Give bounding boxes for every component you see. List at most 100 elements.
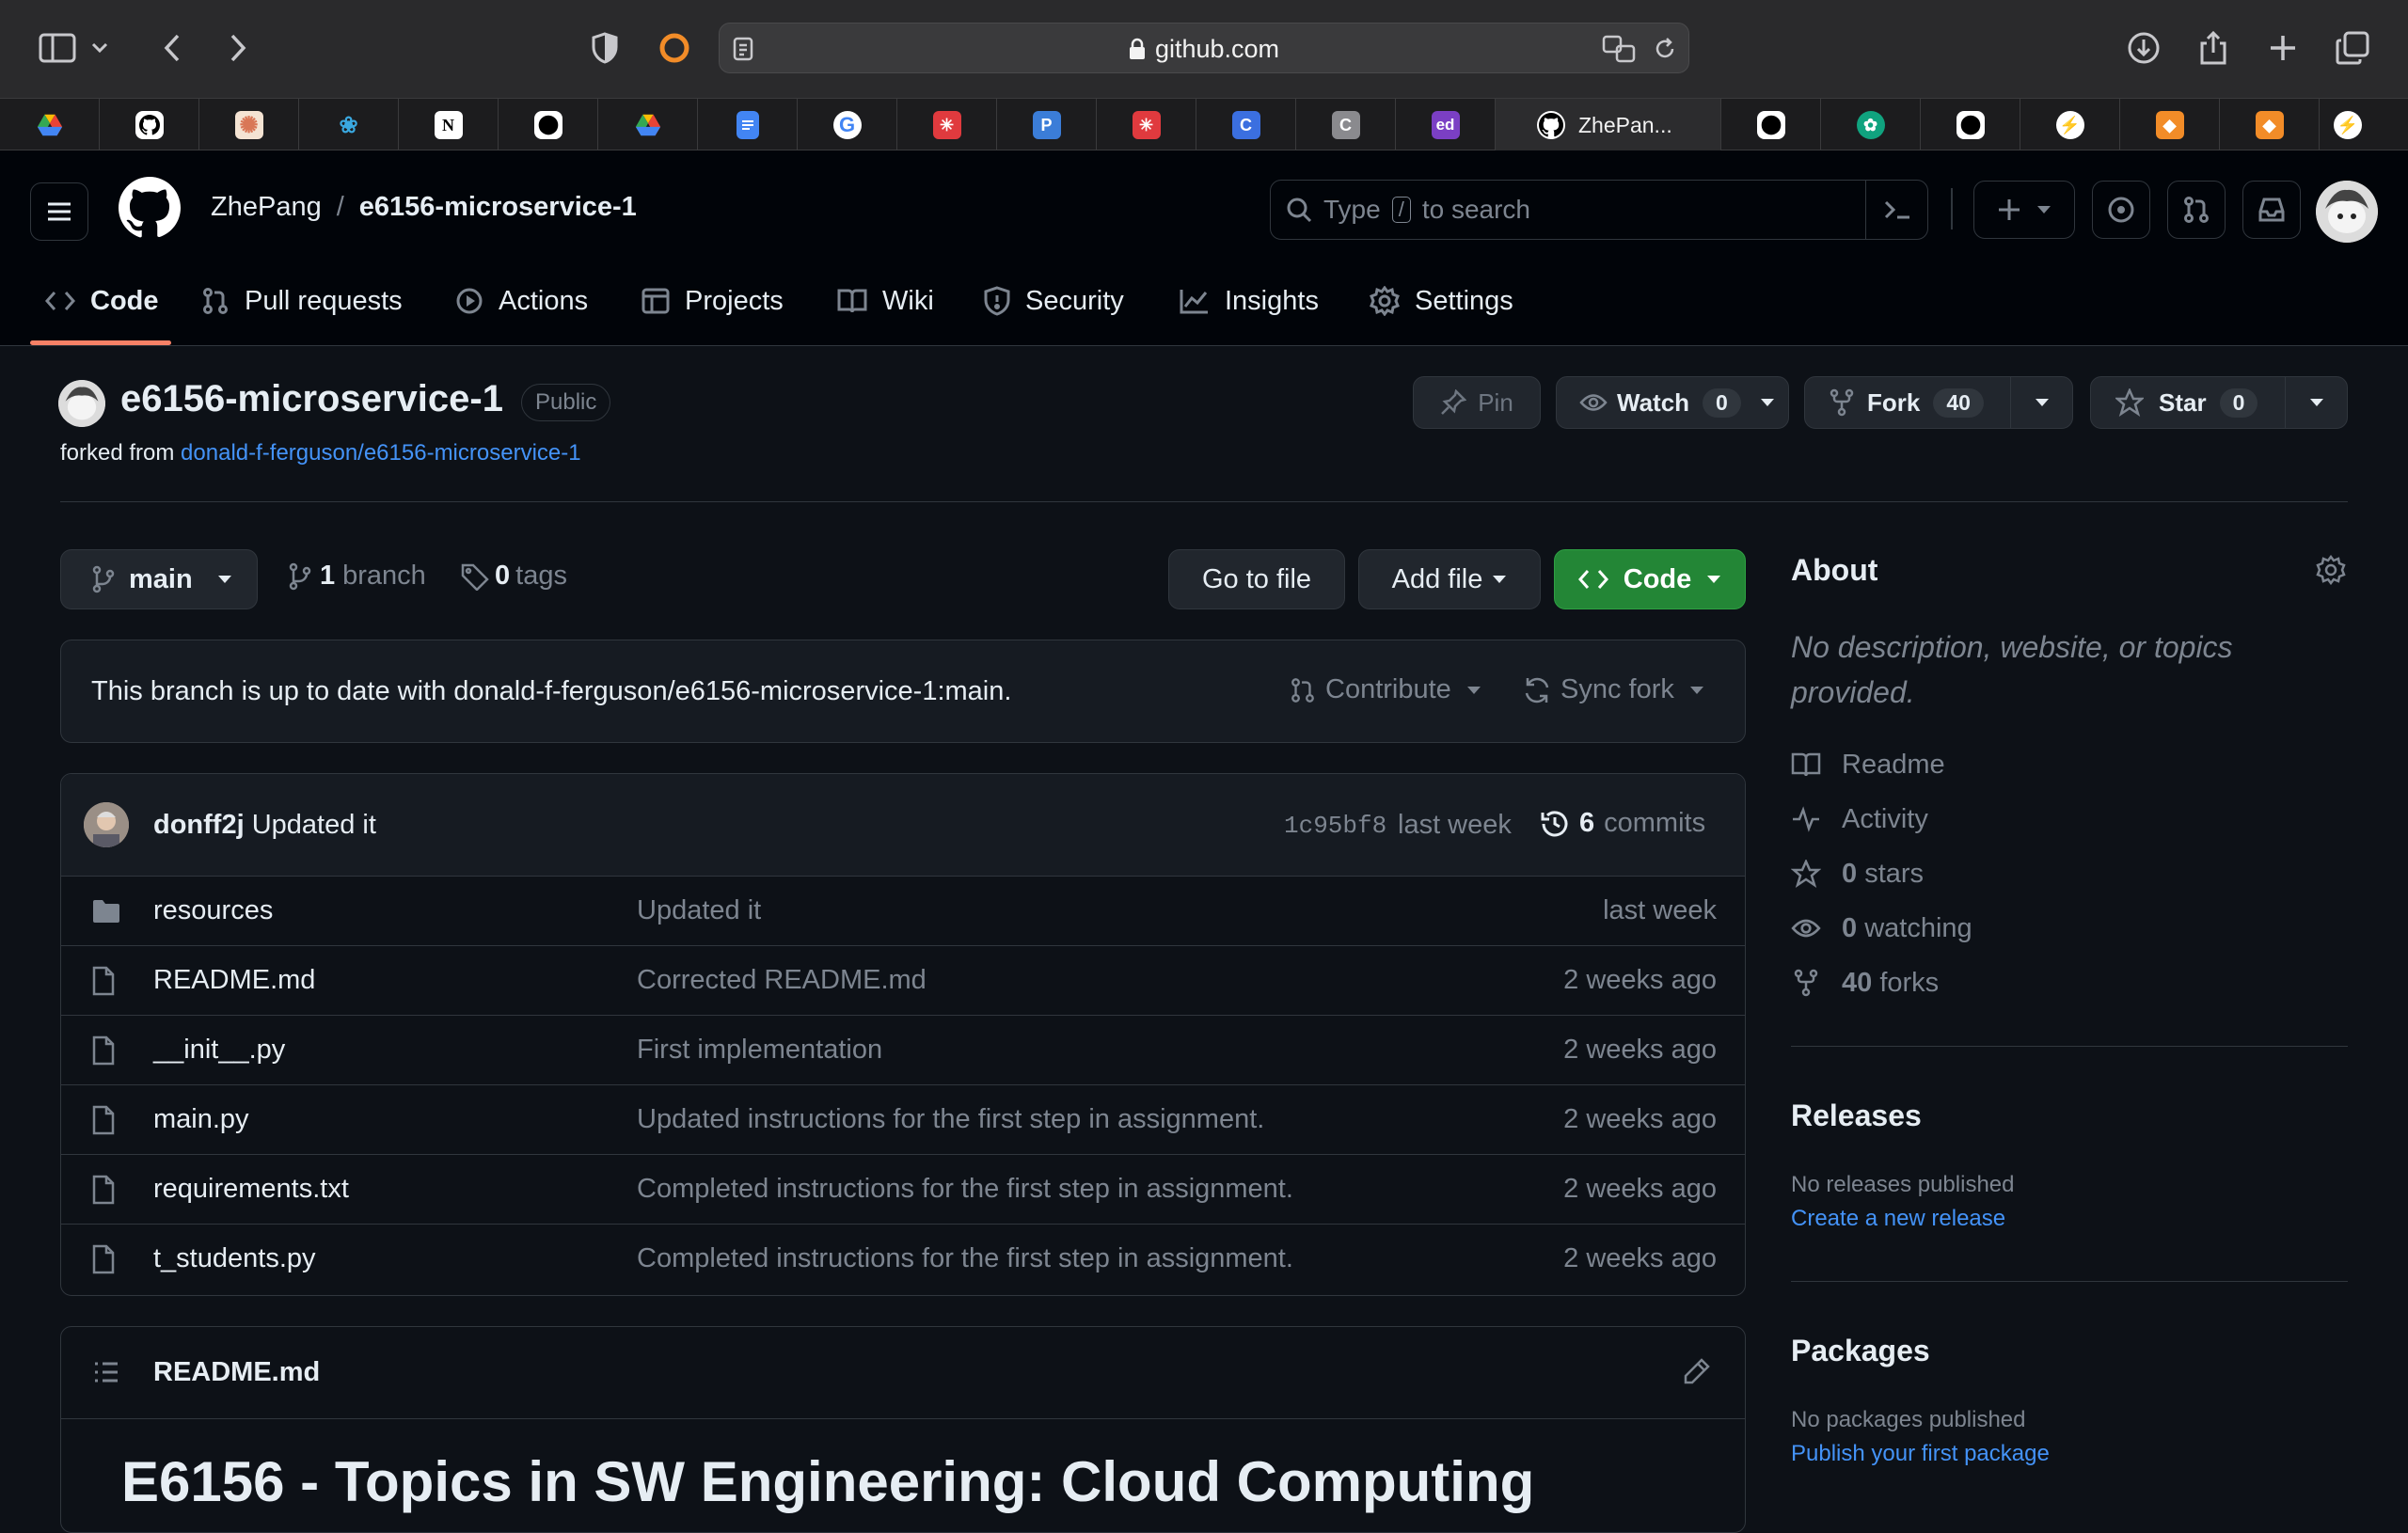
chevron-down-icon[interactable] [81,23,119,73]
tab-notion[interactable]: N [399,99,499,151]
tab-google[interactable]: G [798,99,897,151]
sidebar-toggle-icon[interactable] [32,23,83,73]
tab-red-2[interactable]: ✳ [1097,99,1196,151]
repo-link[interactable]: e6156-microservice-1 [359,192,637,223]
tab-settings[interactable]: Settings [1370,273,1513,329]
caret-down-icon[interactable] [2035,398,2050,407]
file-name[interactable]: __init__.py [153,1035,285,1066]
tab-fan[interactable]: ❀ [299,99,399,151]
tab-insights[interactable]: Insights [1180,273,1319,329]
file-commit-message[interactable]: Updated it [637,895,761,926]
releases-title[interactable]: Releases [1791,1098,1922,1133]
file-name[interactable]: resources [153,895,273,926]
tab-p[interactable]: P [997,99,1097,151]
commit-message[interactable]: Updated it [252,810,376,840]
pencil-icon[interactable] [1683,1357,1711,1385]
tab-claude[interactable]: ✺ [199,99,299,151]
tab-bolt-1[interactable]: ⚡ [2020,99,2120,151]
table-row[interactable]: main.py Updated instructions for the firs… [61,1084,1745,1154]
tab-box-1[interactable]: ◆ [2120,99,2220,151]
table-row[interactable]: README.md Corrected README.md 2 weeks ago [61,945,1745,1015]
create-new-button[interactable] [1973,181,2075,239]
watch-button[interactable]: Watch 0 [1556,376,1789,429]
tab-wiki[interactable]: Wiki [837,273,934,329]
code-dropdown-button[interactable]: Code [1554,549,1746,609]
tab-projects[interactable]: Projects [642,273,784,329]
commit-author-avatar[interactable] [84,802,129,847]
forward-icon[interactable] [213,23,263,73]
contribute-button[interactable]: Contribute [1290,674,1481,705]
downloads-icon[interactable] [2118,23,2169,73]
table-row[interactable]: t_students.py Completed instructions for … [61,1224,1745,1293]
pin-button[interactable]: Pin [1413,376,1541,429]
repo-title[interactable]: e6156-microservice-1 [120,378,503,420]
activity-link[interactable]: Activity [1791,800,1928,838]
fork-button[interactable]: Fork 40 [1804,376,2073,429]
tab-github-4[interactable] [1921,99,2020,151]
tab-active-github[interactable]: ZhePan... [1496,99,1721,151]
tab-ed[interactable]: ed [1396,99,1496,151]
tab-box-2[interactable]: ◆ [2220,99,2320,151]
packages-title[interactable]: Packages [1791,1334,1930,1368]
file-name[interactable]: main.py [153,1104,249,1135]
inbox-icon[interactable] [2242,181,2301,239]
tab-github-2[interactable] [499,99,598,151]
stars-link[interactable]: 0 stars [1791,855,1924,893]
tab-drive-2[interactable] [598,99,698,151]
tab-github-1[interactable] [100,99,199,151]
command-palette-icon[interactable] [1865,181,1927,239]
readme-filename[interactable]: README.md [153,1357,320,1388]
file-commit-message[interactable]: Completed instructions for the first ste… [637,1243,1293,1274]
gear-icon[interactable] [2316,555,2346,585]
star-button[interactable]: Star 0 [2090,376,2348,429]
share-icon[interactable] [2188,23,2239,73]
forks-link[interactable]: 40 forks [1791,964,1939,1002]
avatar[interactable] [2316,181,2378,243]
tab-red-1[interactable]: ✳ [897,99,997,151]
shield-icon[interactable] [579,23,630,73]
reload-icon[interactable] [1653,37,1677,61]
tab-pull-requests[interactable]: Pull requests [201,273,403,329]
tab-actions[interactable]: Actions [455,273,588,329]
file-commit-message[interactable]: Corrected README.md [637,965,927,996]
github-logo-icon[interactable] [119,177,181,239]
tab-c-gray[interactable]: C [1296,99,1396,151]
tab-overview-icon[interactable] [2327,23,2378,73]
tab-security[interactable]: Security [984,273,1124,329]
owner-avatar[interactable] [58,380,105,427]
branch-selector[interactable]: main [60,549,258,609]
file-name[interactable]: requirements.txt [153,1174,349,1205]
table-row[interactable]: resources Updated it last week [61,876,1745,945]
commit-sha[interactable]: 1c95bf8 [1284,812,1386,840]
extension-icon[interactable] [649,23,700,73]
tab-github-3[interactable] [1721,99,1821,151]
pull-requests-icon[interactable] [2167,181,2226,239]
forked-from-link[interactable]: donald-f-ferguson/e6156-microservice-1 [181,440,581,466]
search-input[interactable]: Type / to search [1270,180,1928,240]
outline-list-icon[interactable] [93,1361,119,1383]
back-icon[interactable] [147,23,198,73]
add-file-button[interactable]: Add file [1358,549,1541,609]
caret-down-icon[interactable] [2309,398,2324,407]
publish-package-link[interactable]: Publish your first package [1791,1441,2050,1467]
table-row[interactable]: __init__.py First implementation 2 weeks a… [61,1015,1745,1084]
file-commit-message[interactable]: Completed instructions for the first ste… [637,1174,1293,1205]
tab-chatgpt[interactable]: ✿ [1821,99,1921,151]
issues-icon[interactable] [2092,181,2150,239]
file-commit-message[interactable]: First implementation [637,1035,882,1066]
tab-c-blue[interactable]: C [1196,99,1296,151]
commit-author[interactable]: donff2j [153,810,245,840]
branches-link[interactable]: 1 branch [288,561,426,592]
go-to-file-button[interactable]: Go to file [1168,549,1345,609]
tab-code[interactable]: Code [45,273,159,329]
sync-fork-button[interactable]: Sync fork [1523,674,1704,705]
file-name[interactable]: t_students.py [153,1243,316,1274]
create-release-link[interactable]: Create a new release [1791,1206,2005,1232]
table-row[interactable]: requirements.txt Completed instructions f… [61,1154,1745,1224]
tags-link[interactable]: 0 tags [461,561,567,592]
tab-docs[interactable] [698,99,798,151]
new-tab-icon[interactable] [2258,23,2308,73]
hamburger-menu-icon[interactable] [30,182,88,241]
tab-bolt-2[interactable]: ⚡ [2320,99,2376,151]
file-name[interactable]: README.md [153,965,315,996]
